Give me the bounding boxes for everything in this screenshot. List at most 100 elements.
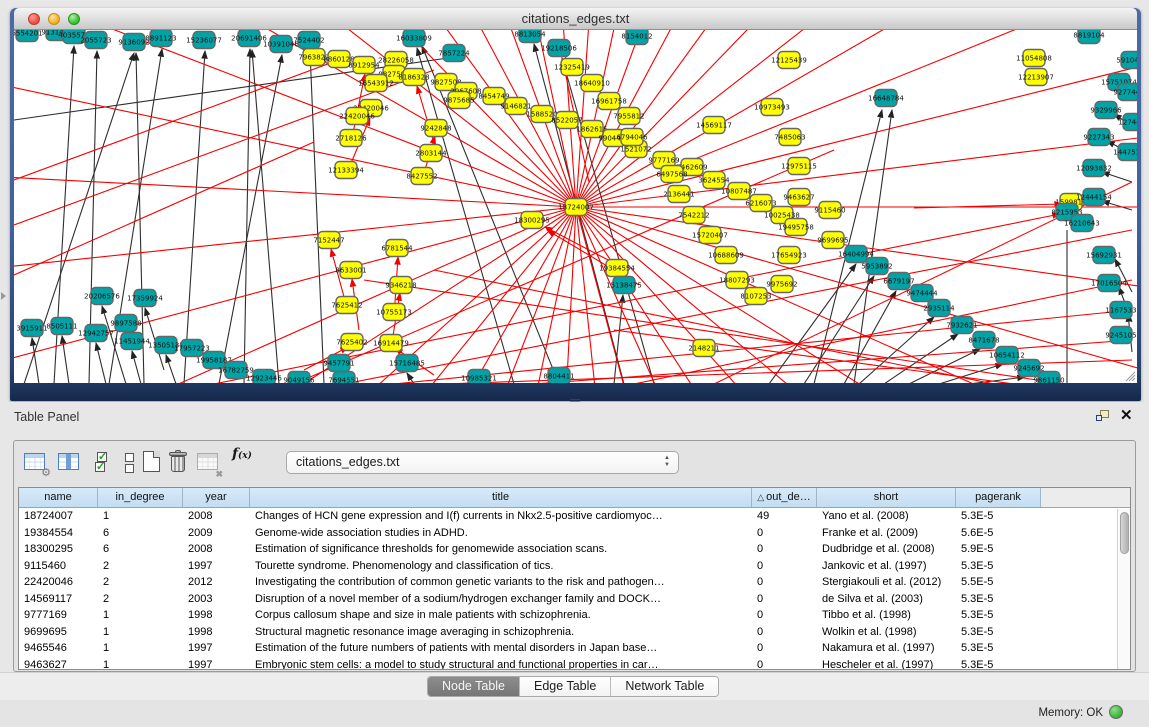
status-bar: Memory: OK: [0, 700, 1149, 727]
graph-edge[interactable]: [14, 30, 576, 207]
table-row[interactable]: 1938455462009Genome-wide association stu…: [19, 525, 1130, 542]
table-row[interactable]: 977716911998Corpus callosum shape and si…: [19, 607, 1130, 624]
table-body[interactable]: 1872400712008Changes of HCN gene express…: [19, 508, 1130, 670]
table-row[interactable]: 1456911722003Disruption of a novel membe…: [19, 591, 1130, 608]
table-row[interactable]: 969969511998Structural magnetic resonanc…: [19, 624, 1130, 641]
resize-grip[interactable]: [1124, 370, 1136, 382]
scrollbar-thumb[interactable]: [1120, 512, 1129, 554]
table-row[interactable]: 1872400712008Changes of HCN gene express…: [19, 508, 1130, 525]
column-header-short[interactable]: short: [817, 488, 956, 507]
graph-edge[interactable]: [576, 207, 1137, 383]
graph-edge[interactable]: [576, 30, 1137, 207]
graph-edge[interactable]: [576, 30, 1137, 207]
graph-node-label: 6554201: [14, 30, 43, 38]
table-row[interactable]: 946362711997Embryonic stem cells: a mode…: [19, 657, 1130, 671]
graph-node-label: 2935114: [923, 305, 955, 313]
network-canvas[interactable]: 1872400718300295193845541521072977716974…: [14, 30, 1137, 383]
graph-edge[interactable]: [576, 30, 1137, 207]
graph-edge[interactable]: [576, 30, 1137, 207]
table-row[interactable]: 946554611997Estimation of the future num…: [19, 640, 1130, 657]
graph-edge[interactable]: [14, 30, 576, 207]
graph-edge[interactable]: [244, 49, 250, 383]
tab-node-table[interactable]: Node Table: [428, 677, 520, 696]
graph-edge[interactable]: [14, 30, 576, 207]
graph-edge[interactable]: [96, 343, 106, 383]
graph-edge[interactable]: [576, 30, 1137, 207]
memory-status-icon[interactable]: [1109, 705, 1123, 719]
column-header-name[interactable]: name: [19, 488, 98, 507]
tab-edge-table[interactable]: Edge Table: [520, 677, 611, 696]
graph-edge[interactable]: [32, 338, 39, 383]
graph-node-label: 9346218: [385, 282, 416, 290]
delete-rows-icon[interactable]: [166, 450, 192, 476]
graph-edge[interactable]: [576, 61, 1137, 207]
graph-edge[interactable]: [14, 30, 576, 207]
new-table-icon[interactable]: [140, 450, 166, 476]
table-toolbar: ⚙ ✓✓ ✖ f(x) citations_edges.txt ▲▼: [14, 441, 1135, 486]
graph-edge[interactable]: [1102, 201, 1132, 210]
graph-edge[interactable]: [576, 207, 1137, 383]
graph-edge[interactable]: [576, 30, 1137, 207]
table-settings-icon[interactable]: ⚙: [23, 450, 49, 476]
table-selector-dropdown[interactable]: citations_edges.txt ▲▼: [286, 451, 679, 474]
close-panel-icon[interactable]: ✕: [1120, 406, 1133, 424]
table-cell: 9777169: [19, 607, 98, 624]
graph-edge[interactable]: [576, 207, 1137, 383]
graph-edge[interactable]: [576, 207, 1137, 383]
graph-edge[interactable]: [14, 58, 344, 180]
panel-collapse-arrow-icon[interactable]: [1, 292, 6, 300]
table-row[interactable]: 1830029562008Estimation of significance …: [19, 541, 1130, 558]
graph-edge[interactable]: [14, 144, 576, 207]
graph-edge[interactable]: [407, 373, 414, 383]
graph-edge[interactable]: [14, 207, 576, 332]
graph-edge[interactable]: [14, 30, 576, 207]
node-table[interactable]: namein_degreeyeartitle△out_de…shortpager…: [18, 487, 1131, 670]
tab-network-table[interactable]: Network Table: [611, 677, 718, 696]
table-selector-value: citations_edges.txt: [296, 455, 400, 469]
dropdown-stepper-icon: ▲▼: [664, 455, 670, 469]
column-header-filler: [1041, 488, 1130, 507]
float-panel-icon[interactable]: [1096, 410, 1111, 423]
graph-edge[interactable]: [184, 51, 205, 383]
graph-edge[interactable]: [166, 355, 176, 383]
graph-node-label: 20691406: [231, 35, 267, 43]
column-select-icon[interactable]: [57, 450, 83, 476]
column-header-outde[interactable]: △out_de…: [752, 488, 817, 507]
graph-node-label: 12093832: [1076, 165, 1112, 173]
graph-edge[interactable]: [576, 207, 1137, 374]
graph-edge[interactable]: [219, 55, 282, 383]
table-cell: 0: [752, 591, 817, 608]
graph-edge[interactable]: [14, 70, 434, 225]
graph-edge[interactable]: [132, 351, 141, 383]
table-cell: Yano et al. (2008): [817, 508, 956, 525]
graph-edge[interactable]: [576, 207, 1137, 383]
citation-network-graph[interactable]: 1872400718300295193845541521072977716974…: [14, 30, 1137, 383]
table-cell: 2003: [183, 591, 250, 608]
column-header-indegree[interactable]: in_degree: [98, 488, 183, 507]
graph-edge[interactable]: [310, 51, 324, 383]
graph-edge[interactable]: [327, 207, 576, 383]
column-header-title[interactable]: title: [250, 488, 752, 507]
graph-edge[interactable]: [252, 50, 279, 383]
table-cell: 1997: [183, 657, 250, 671]
table-scrollbar[interactable]: [1117, 509, 1130, 670]
column-header-year[interactable]: year: [183, 488, 250, 507]
graph-edge[interactable]: [14, 30, 576, 207]
graph-edge[interactable]: [14, 30, 576, 207]
graph-edge[interactable]: [1102, 172, 1132, 182]
column-header-pagerank[interactable]: pagerank: [956, 488, 1041, 507]
graph-edge[interactable]: [576, 207, 701, 383]
window-titlebar[interactable]: citations_edges.txt: [14, 8, 1137, 30]
table-header-row[interactable]: namein_degreeyeartitle△out_de…shortpager…: [19, 488, 1130, 508]
table-row[interactable]: 2242004622012Investigating the contribut…: [19, 574, 1130, 591]
graph-edge[interactable]: [576, 30, 1137, 207]
graph-node-label: 9329966: [1090, 107, 1122, 115]
select-all-icon[interactable]: ✓✓: [91, 450, 117, 476]
table-row[interactable]: 911546021997Tourette syndrome. Phenomeno…: [19, 558, 1130, 575]
delete-table-icon[interactable]: ✖: [196, 450, 222, 476]
function-builder-icon[interactable]: f(x): [232, 446, 252, 462]
table-cell: Tibbo et al. (1998): [817, 607, 956, 624]
graph-node-label: 8154012: [621, 33, 652, 41]
graph-node-label: 1447514: [1113, 149, 1137, 157]
graph-edge[interactable]: [576, 207, 1137, 383]
